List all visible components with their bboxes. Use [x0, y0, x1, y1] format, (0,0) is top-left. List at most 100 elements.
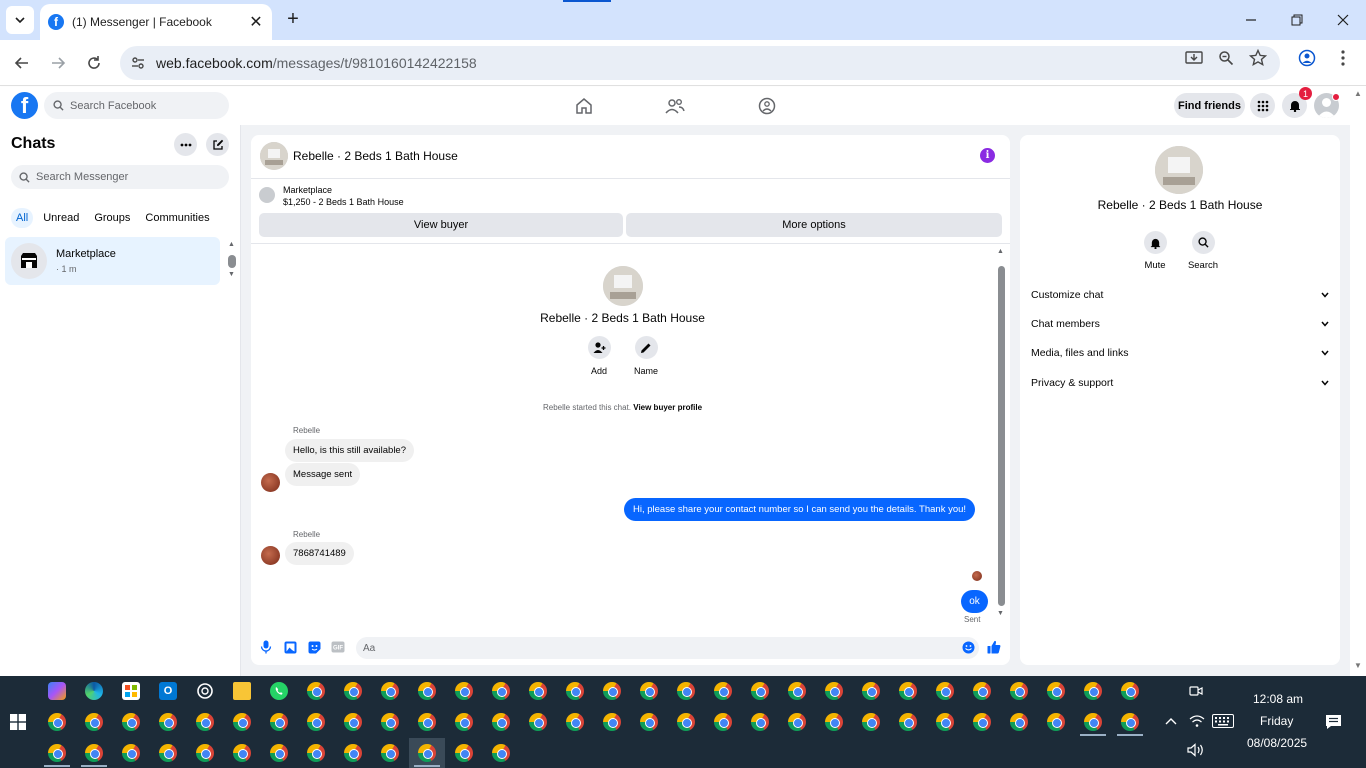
- chrome-profile-icon[interactable]: [85, 713, 103, 731]
- chrome-profile-icon[interactable]: [714, 682, 732, 700]
- bookmark-star-icon[interactable]: [1249, 49, 1267, 67]
- chrome-profile-icon[interactable]: [196, 744, 214, 762]
- chrome-profile-icon[interactable]: [1084, 682, 1102, 700]
- chrome-profile-icon[interactable]: [1010, 682, 1028, 700]
- chrome-profile-icon[interactable]: [677, 713, 695, 731]
- wifi-icon[interactable]: [1188, 713, 1206, 729]
- chrome-profile-icon[interactable]: [1121, 682, 1139, 700]
- back-button[interactable]: [9, 50, 35, 76]
- chrome-profile-icon[interactable]: [640, 682, 658, 700]
- install-app-icon[interactable]: [1185, 49, 1203, 67]
- chrome-profile-icon[interactable]: [566, 713, 584, 731]
- clock-date[interactable]: 08/08/2025: [1247, 736, 1307, 750]
- chrome-profile-icon[interactable]: [862, 713, 880, 731]
- close-tab-icon[interactable]: ✕: [248, 12, 264, 32]
- copilot-icon[interactable]: [48, 682, 66, 700]
- page-scroll-up-icon[interactable]: ▲: [1354, 89, 1362, 98]
- sender-avatar[interactable]: [261, 473, 280, 492]
- chat-item-marketplace[interactable]: Marketplace · 1 m: [5, 237, 220, 285]
- chrome-profile-icon[interactable]: [196, 713, 214, 731]
- outlook-icon[interactable]: O: [159, 682, 177, 700]
- file-explorer-icon[interactable]: [233, 682, 251, 700]
- menu-button[interactable]: [1250, 93, 1275, 118]
- chrome-profile-icon[interactable]: [233, 713, 251, 731]
- filter-communities[interactable]: Communities: [140, 208, 214, 228]
- chat-members-section[interactable]: Chat members: [1031, 312, 1329, 336]
- chrome-profile-icon[interactable]: [825, 713, 843, 731]
- zoom-icon[interactable]: [1217, 49, 1235, 67]
- chrome-profile-icon[interactable]: [307, 744, 325, 762]
- conversation-info-icon[interactable]: i: [980, 148, 995, 163]
- chrome-profile-icon[interactable]: [122, 744, 140, 762]
- chrome-profile-icon[interactable]: [455, 682, 473, 700]
- chrome-profile-icon[interactable]: [1010, 713, 1028, 731]
- chrome-profile-icon[interactable]: [529, 682, 547, 700]
- chrome-profile-icon[interactable]: [270, 744, 288, 762]
- chrome-profile-icon[interactable]: [418, 713, 436, 731]
- view-buyer-profile-link[interactable]: View buyer profile: [633, 403, 702, 412]
- whatsapp-icon[interactable]: [270, 682, 288, 700]
- chrome-profile-icon[interactable]: [344, 682, 362, 700]
- clock-day[interactable]: Friday: [1260, 714, 1293, 728]
- facebook-logo-icon[interactable]: f: [11, 92, 38, 119]
- scroll-up-icon[interactable]: ▲: [997, 248, 1004, 255]
- chrome-profile-icon[interactable]: [603, 713, 621, 731]
- forward-button[interactable]: [45, 50, 71, 76]
- view-buyer-button[interactable]: View buyer: [259, 213, 623, 237]
- chrome-profile-icon[interactable]: [455, 744, 473, 762]
- close-window-button[interactable]: [1320, 0, 1366, 40]
- new-message-button[interactable]: [206, 133, 229, 156]
- page-scrollbar[interactable]: ▲ ▼: [1350, 87, 1366, 676]
- volume-icon[interactable]: [1186, 742, 1206, 758]
- show-hidden-icons-icon[interactable]: [1163, 713, 1179, 729]
- tab-list-button[interactable]: [6, 6, 34, 34]
- chrome-profile-icon[interactable]: [936, 713, 954, 731]
- site-info-icon[interactable]: [120, 55, 156, 71]
- notification-center-icon[interactable]: [1323, 713, 1343, 731]
- scroll-up-icon[interactable]: ▲: [228, 241, 235, 248]
- chrome-profile-icon[interactable]: [566, 682, 584, 700]
- home-nav[interactable]: [574, 96, 594, 116]
- chrome-profile-icon[interactable]: [159, 744, 177, 762]
- chrome-profile-icon[interactable]: [492, 744, 510, 762]
- chrome-profile-icon[interactable]: [714, 713, 732, 731]
- chrome-profile-icon[interactable]: [455, 713, 473, 731]
- chrome-profile-icon[interactable]: [1121, 713, 1139, 731]
- conversation-title[interactable]: Rebelle · 2 Beds 1 Bath House: [293, 149, 458, 163]
- attach-photo-icon[interactable]: [283, 640, 297, 654]
- chrome-profile-icon[interactable]: [640, 713, 658, 731]
- mute-action[interactable]: Mute: [1133, 231, 1177, 271]
- scroll-thumb[interactable]: [998, 266, 1005, 606]
- store-icon[interactable]: [122, 682, 140, 700]
- search-conversation-action[interactable]: Search: [1181, 231, 1225, 271]
- find-friends-button[interactable]: Find friends: [1174, 93, 1245, 118]
- chrome-profile-icon[interactable]: [862, 682, 880, 700]
- scroll-down-icon[interactable]: ▼: [997, 610, 1004, 617]
- chrome-profile-icon[interactable]: [1047, 713, 1065, 731]
- listing-title[interactable]: $1,250 - 2 Beds 1 Bath House: [283, 197, 404, 207]
- scroll-thumb[interactable]: [228, 255, 236, 268]
- chrome-profile-icon[interactable]: [492, 682, 510, 700]
- chrome-profile-icon[interactable]: [899, 713, 917, 731]
- filter-all[interactable]: All: [11, 208, 34, 228]
- chrome-profile-icon[interactable]: [677, 682, 695, 700]
- incoming-message[interactable]: Hello, is this still available?: [285, 439, 414, 462]
- chrome-profile-icon[interactable]: [159, 713, 177, 731]
- chrome-profile-icon[interactable]: [344, 744, 362, 762]
- chrome-profile-icon[interactable]: [1084, 713, 1102, 731]
- chrome-profile-icon[interactable]: [381, 713, 399, 731]
- outgoing-message[interactable]: Hi, please share your contact number so …: [624, 498, 976, 521]
- scroll-down-icon[interactable]: ▼: [228, 271, 235, 278]
- chrome-profile-icon[interactable]: [270, 713, 288, 731]
- reload-button[interactable]: [81, 50, 107, 76]
- more-options-button[interactable]: More options: [626, 213, 1002, 237]
- chrome-icon[interactable]: [307, 682, 325, 700]
- messenger-search-input[interactable]: Search Messenger: [11, 165, 229, 189]
- chrome-profile-icon[interactable]: [344, 713, 362, 731]
- media-files-links-section[interactable]: Media, files and links: [1031, 341, 1329, 365]
- chrome-profile-icon[interactable]: [973, 682, 991, 700]
- incoming-message[interactable]: Message sent: [285, 463, 361, 486]
- chrome-profile-icon[interactable]: [307, 713, 325, 731]
- meet-now-icon[interactable]: [1187, 683, 1205, 699]
- chrome-profile-icon[interactable]: [899, 682, 917, 700]
